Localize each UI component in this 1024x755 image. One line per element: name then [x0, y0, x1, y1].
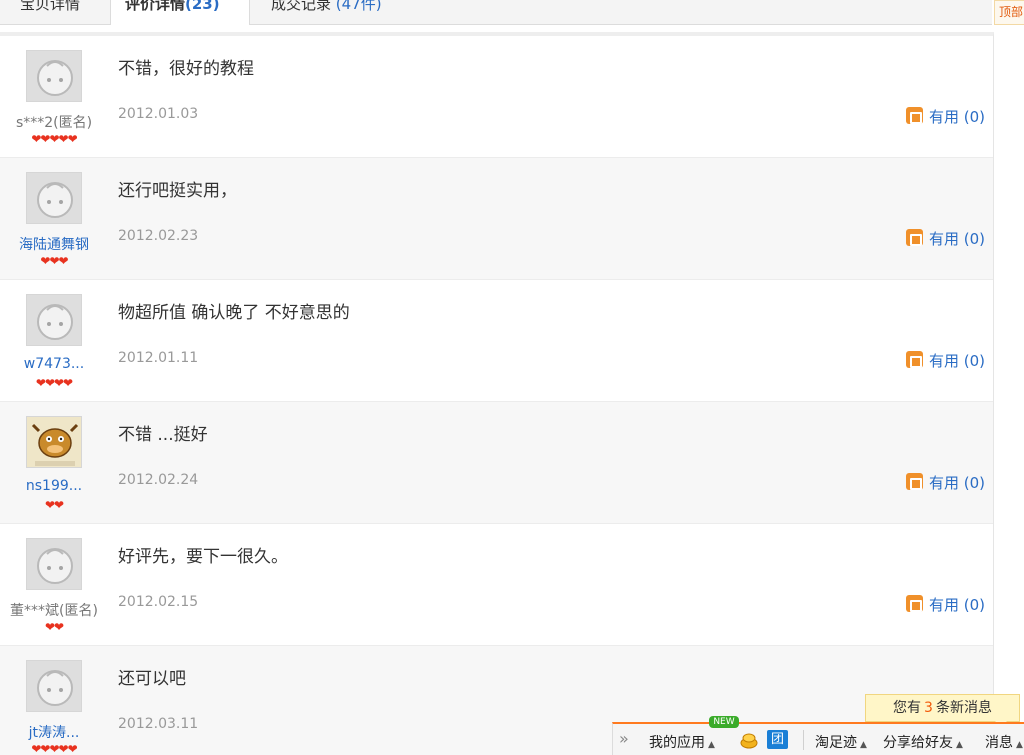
avatar-default[interactable]: [26, 538, 82, 590]
msg-prefix: 您有: [893, 700, 922, 716]
messages-label: 消息: [985, 735, 1013, 751]
reviewer-name[interactable]: ns199...: [0, 478, 108, 494]
messages-button[interactable]: 消息 ▲: [985, 732, 1023, 752]
review-date: 2012.01.03: [118, 106, 199, 122]
thumb-up-icon: [905, 351, 923, 368]
footprints-button[interactable]: 淘足迹 ▲: [815, 732, 867, 752]
review-row: 海陆通舞钢 ❤❤❤ 还行吧挺实用， 2012.02.23 有用 (0): [0, 158, 993, 280]
review-date: 2012.02.23: [118, 228, 199, 244]
caret-up-icon: ▲: [708, 740, 715, 750]
useful-button[interactable]: 有用 (0): [905, 350, 985, 371]
avatar-default[interactable]: [26, 172, 82, 224]
avatar-custom[interactable]: [26, 416, 82, 468]
thumb-up-icon: [905, 229, 923, 246]
reviewer-rank-hearts: ❤❤❤❤: [35, 376, 73, 390]
my-apps-label: 我的应用: [649, 735, 705, 751]
tab-transactions[interactable]: 成交记录 (47件): [271, 0, 382, 16]
reviewer-rank-hearts: ❤❤: [44, 620, 64, 634]
useful-label: 有用 (0): [928, 596, 985, 614]
share-label: 分享给好友: [883, 735, 953, 751]
footprints-label: 淘足迹: [815, 735, 857, 751]
review-text: 还可以吧: [118, 669, 186, 689]
thumb-up-icon: [905, 595, 923, 612]
review-date: 2012.03.11: [118, 716, 199, 732]
review-text: 不错，很好的教程: [118, 59, 254, 79]
reviewer-rank-hearts: ❤❤❤❤❤: [31, 132, 77, 146]
review-text: 不错 ...挺好: [118, 425, 208, 445]
useful-label: 有用 (0): [928, 474, 985, 492]
tab-item-details[interactable]: 宝贝详情: [20, 0, 80, 16]
tuan-icon[interactable]: 团: [767, 730, 788, 749]
review-row: w7473... ❤❤❤❤ 物超所值 确认晚了 不好意思的 2012.01.11…: [0, 280, 993, 402]
review-text: 好评先，要下一很久。: [118, 547, 288, 567]
tab-bar: 宝贝详情 评价详情(23) 成交记录 (47件): [0, 0, 992, 25]
review-date: 2012.02.24: [118, 472, 199, 488]
cartoon-cow-icon: [31, 423, 79, 466]
face-icon: [37, 548, 73, 584]
toolbar-divider: [803, 730, 804, 750]
review-row: s***2(匿名) ❤❤❤❤❤ 不错，很好的教程 2012.01.03 有用 (…: [0, 36, 993, 158]
useful-button[interactable]: 有用 (0): [905, 106, 985, 127]
thumb-up-icon: [905, 473, 923, 490]
face-icon: [37, 670, 73, 706]
thumb-up-icon: [905, 107, 923, 124]
reviewer-rank-hearts: ❤❤❤: [40, 254, 68, 268]
avatar-default[interactable]: [26, 50, 82, 102]
reviewer-rank-hearts: ❤❤: [44, 498, 64, 512]
tab-reviews-label: 评价详情: [125, 0, 186, 13]
review-list: s***2(匿名) ❤❤❤❤❤ 不错，很好的教程 2012.01.03 有用 (…: [0, 32, 994, 755]
msg-suffix: 条新消息: [935, 700, 992, 716]
back-to-top-link[interactable]: 顶部: [994, 0, 1024, 25]
avatar-default[interactable]: [26, 660, 82, 712]
collapse-arrows-icon[interactable]: »: [619, 729, 629, 748]
reviewer-rank-hearts: ❤❤❤❤❤: [31, 742, 77, 755]
review-date: 2012.01.11: [118, 350, 199, 366]
new-badge: NEW: [709, 716, 739, 728]
reviewer-name: 董***斌(匿名): [10, 603, 98, 619]
useful-button[interactable]: 有用 (0): [905, 228, 985, 249]
useful-label: 有用 (0): [928, 108, 985, 126]
bottom-toolbar: » 我的应用 ▲ NEW 团 淘足迹 ▲ 分享给好友 ▲ 消息 ▲: [612, 716, 1024, 755]
review-text: 还行吧挺实用，: [118, 181, 237, 201]
useful-button[interactable]: 有用 (0): [905, 594, 985, 615]
msg-count: 3: [924, 700, 933, 716]
review-row: 董***斌(匿名) ❤❤ 好评先，要下一很久。 2012.02.15 有用 (0…: [0, 524, 993, 646]
coin-icon[interactable]: [739, 731, 759, 749]
face-icon: [37, 182, 73, 218]
tab-reviews-count: (23): [185, 0, 220, 13]
review-text: 物超所值 确认晚了 不好意思的: [118, 303, 350, 323]
tab-transactions-label: 成交记录: [271, 0, 332, 13]
caret-up-icon: ▲: [956, 740, 963, 750]
tab-transactions-count: (47件): [335, 0, 382, 13]
caret-up-icon: ▲: [1016, 740, 1023, 750]
avatar-default[interactable]: [26, 294, 82, 346]
reviewer-name[interactable]: 海陆通舞钢: [0, 234, 108, 254]
useful-button[interactable]: 有用 (0): [905, 472, 985, 493]
tab-reviews[interactable]: 评价详情(23): [110, 0, 250, 25]
review-date: 2012.02.15: [118, 594, 199, 610]
reviewer-name[interactable]: jt涛涛...: [0, 722, 108, 742]
useful-label: 有用 (0): [928, 352, 985, 370]
my-apps-button[interactable]: 我的应用 ▲: [649, 732, 715, 752]
reviewer-name: s***2(匿名): [15, 115, 93, 131]
face-icon: [37, 304, 73, 340]
face-icon: [37, 60, 73, 96]
caret-up-icon: ▲: [860, 740, 867, 750]
reviewer-name[interactable]: w7473...: [0, 356, 108, 372]
new-message-tip[interactable]: 您有 3 条新消息: [865, 694, 1020, 727]
useful-label: 有用 (0): [928, 230, 985, 248]
share-button[interactable]: 分享给好友 ▲: [883, 732, 963, 752]
review-row: ns199... ❤❤ 不错 ...挺好 2012.02.24 有用 (0): [0, 402, 993, 524]
